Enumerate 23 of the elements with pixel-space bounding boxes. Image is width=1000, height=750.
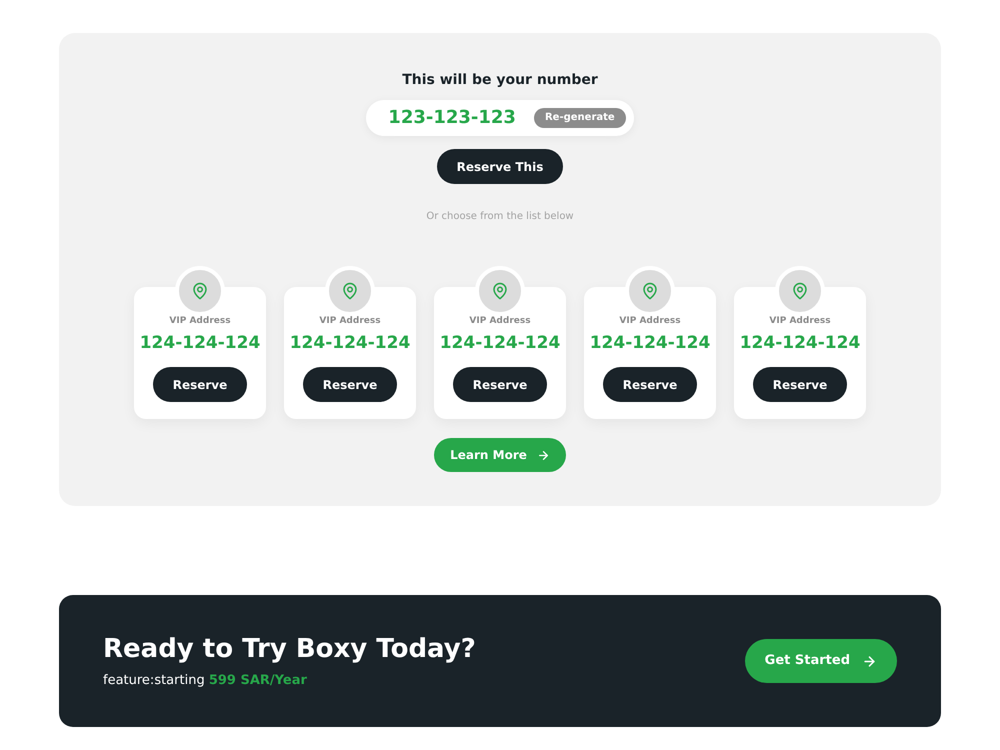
address-number: 124-124-124: [140, 332, 260, 354]
arrow-right-icon: [862, 654, 877, 668]
cta-title: Ready to Try Boxy Today?: [103, 633, 476, 665]
address-number: 124-124-124: [290, 332, 410, 354]
card-label: VIP Address: [469, 316, 531, 327]
reserve-this-button[interactable]: Reserve This: [436, 149, 564, 184]
address-number: 124-124-124: [590, 332, 710, 354]
address-number: 124-124-124: [740, 332, 860, 354]
hint-text: Or choose from the list below: [426, 210, 574, 224]
card-label: VIP Address: [169, 316, 231, 327]
reserve-button[interactable]: Reserve: [753, 367, 847, 402]
reserve-button[interactable]: Reserve: [603, 367, 697, 402]
arrow-right-icon: [536, 448, 550, 462]
generated-number: 123-123-123: [388, 107, 516, 129]
address-number: 124-124-124: [440, 332, 560, 354]
card-label: VIP Address: [769, 316, 831, 327]
card-label: VIP Address: [319, 316, 381, 327]
reserve-button[interactable]: Reserve: [453, 367, 547, 402]
card-label: VIP Address: [619, 316, 681, 327]
panel-title: This will be your number: [402, 71, 598, 89]
reserve-button[interactable]: Reserve: [153, 367, 247, 402]
reserve-button[interactable]: Reserve: [303, 367, 397, 402]
cta-subtitle: feature:starting 599 SAR/Year: [103, 673, 308, 689]
